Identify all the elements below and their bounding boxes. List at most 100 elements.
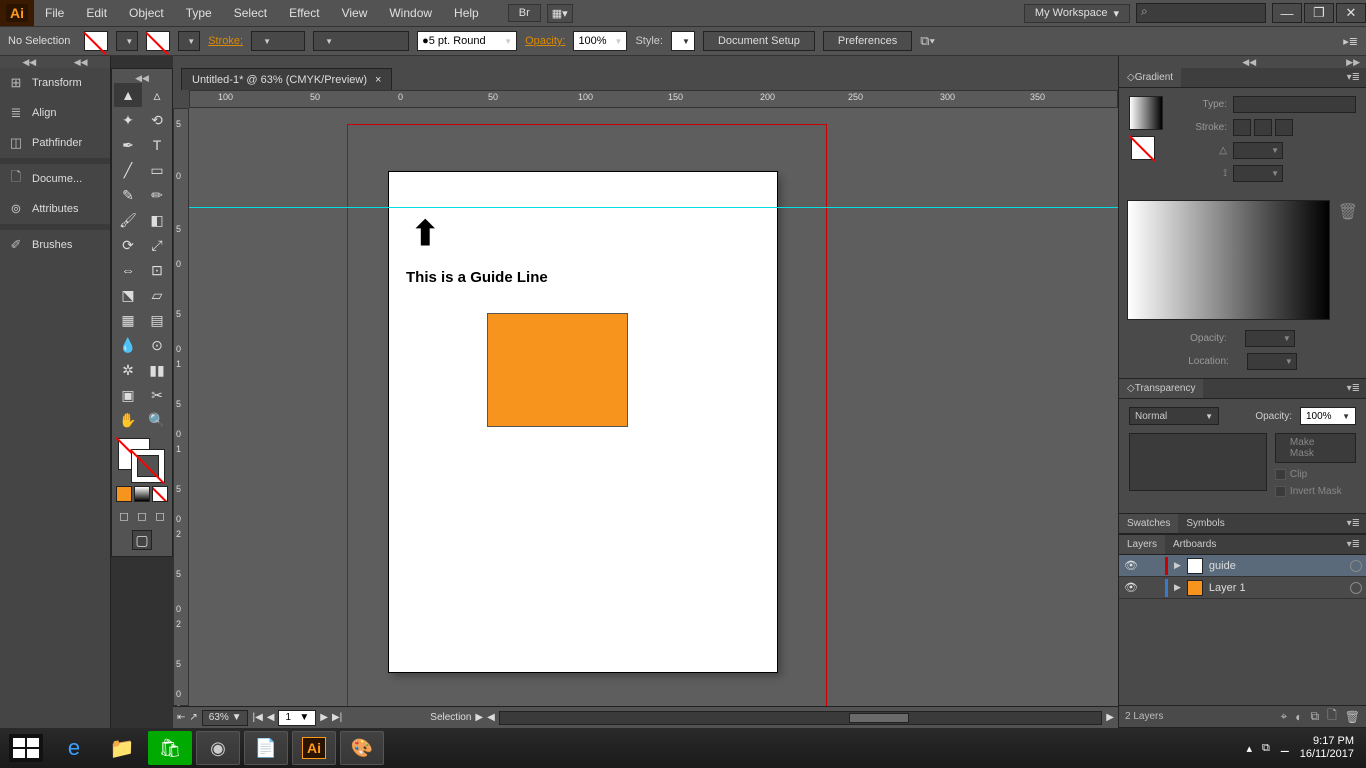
menu-select[interactable]: Select [223,0,278,26]
hand-tool[interactable]: ✋ [114,408,142,432]
help-search-input[interactable] [1136,3,1266,23]
window-maximize-button[interactable]: ❐ [1304,3,1334,23]
workspace-switcher[interactable]: My Workspace▾ [1024,4,1130,23]
vertical-ruler[interactable]: 50505015015025025035 [173,108,189,706]
scroll-left-icon[interactable]: ◀ [487,712,495,723]
brush-definition[interactable]: ● 5 pt. Round▼ [417,31,517,51]
stop-location-field[interactable]: ▼ [1247,353,1297,370]
color-mode-button[interactable] [116,486,132,502]
zoom-field[interactable]: 63% ▼ [202,710,249,726]
fill-swatch[interactable] [84,31,108,51]
taskbar-explorer[interactable]: 📁 [100,731,144,765]
menu-help[interactable]: Help [443,0,490,26]
tray-dropbox-icon[interactable]: ⧉ [1262,742,1270,755]
mask-preview[interactable] [1129,433,1267,491]
screen-mode-button[interactable]: ▢ [132,530,152,550]
artboard-tool[interactable]: ▣ [114,383,142,407]
tray-expand-icon[interactable]: ▴ [1246,742,1252,755]
menu-file[interactable]: File [34,0,75,26]
transparency-panel-menu-icon[interactable]: ▾≣ [1341,383,1366,394]
layer-name[interactable]: Layer 1 [1209,582,1344,594]
transparency-tab[interactable]: ◇ Transparency [1119,379,1203,398]
free-transform-tool[interactable]: ⊡ [143,258,171,282]
taskbar-illustrator[interactable]: Ai [292,731,336,765]
preferences-button[interactable]: Preferences [823,31,912,51]
line-tool[interactable]: ╱ [114,158,142,182]
horizontal-scrollbar[interactable] [499,711,1102,725]
visibility-toggle[interactable]: 👁 [1123,581,1139,594]
taskbar-ie[interactable]: e [52,731,96,765]
close-tab-icon[interactable]: × [375,74,381,86]
graph-tool[interactable]: ▮▮ [143,358,171,382]
taskbar-paint[interactable]: 🎨 [340,731,384,765]
layer-name[interactable]: guide [1209,560,1344,572]
blend-mode-field[interactable]: Normal▼ [1129,407,1219,425]
selection-tool[interactable]: ▲ [114,83,142,107]
taskbar-notepadpp[interactable]: 📄 [244,731,288,765]
invert-mask-checkbox[interactable]: Invert Mask [1275,486,1356,497]
opacity-field[interactable]: 100%▼ [573,31,627,51]
pen-tool[interactable]: ✒ [114,133,142,157]
document-tab[interactable]: Untitled-1* @ 63% (CMYK/Preview) × [181,68,392,90]
bridge-button[interactable]: Br [508,4,541,22]
blob-brush-tool[interactable]: 🖌 [114,208,142,232]
paintbrush-tool[interactable]: ✎ [114,183,142,207]
graphic-style[interactable]: ▼ [671,31,695,51]
shape-builder-tool[interactable]: ⬔ [114,283,142,307]
panel-button-pathfinder[interactable]: ◫Pathfinder [0,128,110,158]
make-mask-button[interactable]: Make Mask [1275,433,1356,463]
nav-last-icon[interactable]: ▶| [332,712,342,723]
new-layer-icon[interactable]: 🗋 [1327,706,1337,727]
slice-tool[interactable]: ✂ [143,383,171,407]
stroke-dropdown[interactable]: ▼ [178,31,200,51]
stroke-grad-along[interactable] [1254,119,1272,136]
document-setup-button[interactable]: Document Setup [703,31,815,51]
panel-button-align[interactable]: ≣Align [0,98,110,128]
none-mode-button[interactable] [152,486,168,502]
menu-effect[interactable]: Effect [278,0,330,26]
layers-tab[interactable]: Layers [1119,535,1165,554]
swatches-panel-menu-icon[interactable]: ▾≣ [1341,518,1366,529]
stroke-grad-within[interactable] [1233,119,1251,136]
gradient-ramp[interactable] [1127,200,1330,320]
delete-layer-icon[interactable]: 🗑 [1345,710,1360,724]
gradient-panel-menu-icon[interactable]: ▾≣ [1341,72,1366,83]
panel-button-brushes[interactable]: ✐Brushes [0,230,110,260]
guide-line[interactable] [189,207,1118,208]
first-artboard-icon[interactable]: ⇤ [177,712,185,723]
stroke-swatch[interactable] [146,31,170,51]
menu-edit[interactable]: Edit [75,0,118,26]
gradient-none-icon[interactable] [1131,136,1155,160]
menu-object[interactable]: Object [118,0,175,26]
new-sublayer-icon[interactable]: ⧉ [1311,709,1320,724]
symbol-sprayer-tool[interactable]: ✲ [114,358,142,382]
nav-first-icon[interactable]: |◀ [252,712,262,723]
fill-stroke-indicator[interactable] [114,436,170,480]
stroke-label[interactable]: Stroke: [208,35,243,47]
draw-inside-button[interactable]: ◻ [152,508,168,524]
width-tool[interactable]: ⇔ [114,258,142,282]
draw-behind-button[interactable]: ◻ [134,508,150,524]
panel-button-attributes[interactable]: ⊚Attributes [0,194,110,224]
left-dock-collapse[interactable]: ◀◀ ◀◀ [0,56,110,68]
artboard-number-field[interactable]: 1 ▼ [278,710,316,726]
panel-button-transform[interactable]: ⊞Transform [0,68,110,98]
blend-tool[interactable]: ⊙ [143,333,171,357]
scale-tool[interactable]: ⤢ [143,233,171,257]
status-dropdown-icon[interactable]: ▶ [475,712,483,723]
layer-target-icon[interactable] [1350,582,1362,594]
visibility-toggle[interactable]: 👁 [1123,559,1139,572]
direct-selection-tool[interactable]: ▵ [143,83,171,107]
controlbar-menu-icon[interactable]: ▸≣ [1343,35,1358,48]
gradient-angle-field[interactable]: ▼ [1233,142,1283,159]
gradient-tool[interactable]: ▤ [143,308,171,332]
lasso-tool[interactable]: ⟲ [143,108,171,132]
stop-opacity-field[interactable]: ▼ [1245,330,1295,347]
menu-window[interactable]: Window [378,0,443,26]
swatches-tab[interactable]: Swatches [1119,514,1178,533]
eyedropper-tool[interactable]: 💧 [114,333,142,357]
toolbox-collapse[interactable]: ◀◀ [114,73,170,83]
canvas[interactable]: ⬆ This is a Guide Line [189,108,1118,706]
var-width-profile[interactable]: ▼ [313,31,409,51]
scroll-right-icon[interactable]: ▶ [1106,712,1114,723]
